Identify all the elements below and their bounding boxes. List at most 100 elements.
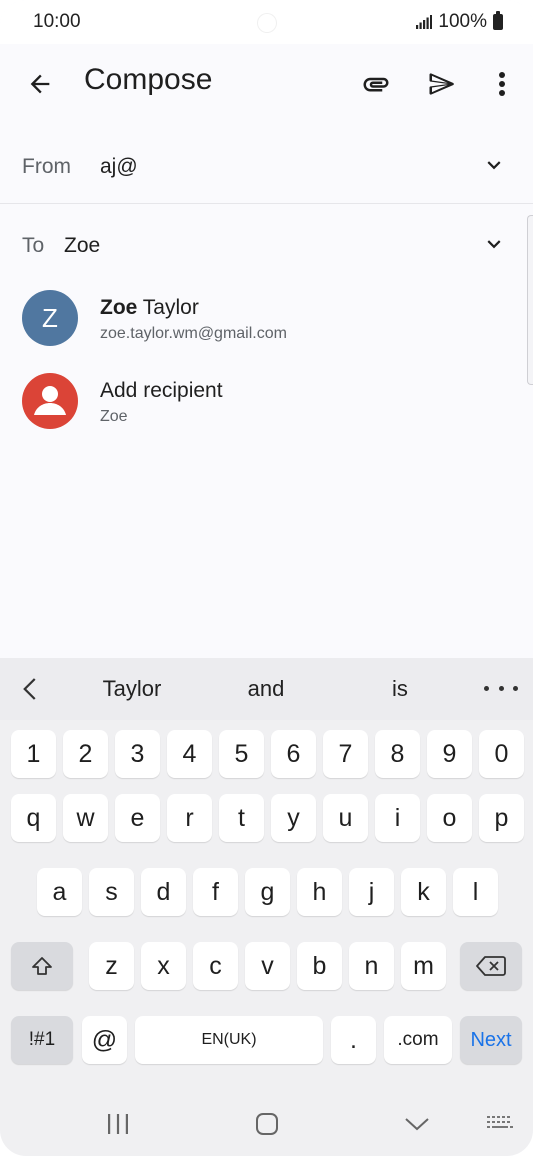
key-t[interactable]: t <box>219 794 264 842</box>
backspace-icon <box>476 956 506 976</box>
key-2[interactable]: 2 <box>63 730 108 778</box>
arrow-back-icon <box>30 74 50 94</box>
home-icon <box>256 1113 278 1135</box>
status-time: 10:00 <box>33 11 81 32</box>
status-indicators: 100% <box>416 11 503 33</box>
key-i[interactable]: i <box>375 794 420 842</box>
at-key[interactable]: @ <box>82 1016 127 1064</box>
space-key[interactable]: EN(UK) <box>135 1016 323 1064</box>
suggestion-zoe-taylor[interactable]: Z Zoe Taylor zoe.taylor.wm@gmail.com <box>0 278 520 358</box>
suggestion-add-recipient[interactable]: Add recipient Zoe <box>0 361 520 441</box>
chevron-down-icon[interactable] <box>481 231 507 257</box>
navigation-bar <box>0 1092 533 1156</box>
prediction-word[interactable]: is <box>340 676 460 702</box>
status-bar: 10:00 100% <box>0 0 533 44</box>
signal-icon <box>416 15 433 29</box>
app-bar: Compose <box>0 44 533 124</box>
send-icon <box>429 73 454 95</box>
send-button[interactable] <box>420 62 464 106</box>
from-label: From <box>22 155 71 178</box>
key-u[interactable]: u <box>323 794 368 842</box>
avatar-letter: Z <box>42 302 58 333</box>
chevron-down-icon <box>405 1118 429 1131</box>
key-z[interactable]: z <box>89 942 134 990</box>
suggestion-sub: Zoe <box>100 408 128 425</box>
key-l[interactable]: l <box>453 868 498 916</box>
page-title: Compose <box>84 63 213 96</box>
key-o[interactable]: o <box>427 794 472 842</box>
key-1[interactable]: 1 <box>11 730 56 778</box>
prediction-word[interactable]: Taylor <box>72 676 192 702</box>
more-horiz-icon[interactable] <box>484 674 518 702</box>
battery-icon <box>493 11 503 30</box>
attach-button[interactable] <box>354 62 398 106</box>
to-field[interactable]: To Zoe <box>0 204 533 284</box>
key-q[interactable]: q <box>11 794 56 842</box>
key-x[interactable]: x <box>141 942 186 990</box>
front-camera <box>258 14 276 32</box>
keyboard-icon <box>487 1116 513 1128</box>
backspace-key[interactable] <box>460 942 522 990</box>
more-options-button[interactable] <box>480 62 524 106</box>
key-w[interactable]: w <box>63 794 108 842</box>
suggestion-name-match: Zoe <box>100 296 138 319</box>
symbols-key[interactable]: !#1 <box>11 1016 73 1064</box>
key-r[interactable]: r <box>167 794 212 842</box>
key-g[interactable]: g <box>245 868 290 916</box>
back-nav-button[interactable] <box>396 1106 438 1142</box>
period-key[interactable]: . <box>331 1016 376 1064</box>
key-b[interactable]: b <box>297 942 342 990</box>
from-value: aj@ <box>100 155 138 178</box>
key-j[interactable]: j <box>349 868 394 916</box>
suggestion-name-rest: Taylor <box>137 296 199 319</box>
key-f[interactable]: f <box>193 868 238 916</box>
recent-apps-button[interactable] <box>98 1106 138 1142</box>
key-e[interactable]: e <box>115 794 160 842</box>
next-key[interactable]: Next <box>460 1016 522 1064</box>
paperclip-icon <box>363 77 389 92</box>
key-n[interactable]: n <box>349 942 394 990</box>
key-9[interactable]: 9 <box>427 730 472 778</box>
key-8[interactable]: 8 <box>375 730 420 778</box>
from-field[interactable]: From aj@ <box>0 126 533 204</box>
to-label: To <box>22 234 45 257</box>
key-c[interactable]: c <box>193 942 238 990</box>
key-s[interactable]: s <box>89 868 134 916</box>
to-input[interactable]: Zoe <box>64 234 100 258</box>
suggestion-name: Add recipient <box>100 379 223 402</box>
key-0[interactable]: 0 <box>479 730 524 778</box>
person-icon <box>22 373 78 429</box>
suggestion-name: Zoe Taylor <box>100 296 199 320</box>
chevron-left-icon[interactable] <box>16 673 46 705</box>
key-k[interactable]: k <box>401 868 446 916</box>
chevron-down-icon[interactable] <box>481 152 507 178</box>
screen: 10:00 100% Compose From aj@ To Zoe Z Zoe… <box>0 0 533 1156</box>
home-button[interactable] <box>246 1106 288 1142</box>
keyboard-hide-button[interactable] <box>480 1108 520 1138</box>
avatar: Z <box>22 290 78 346</box>
battery-percent: 100% <box>438 11 487 32</box>
key-5[interactable]: 5 <box>219 730 264 778</box>
more-vert-icon <box>499 72 505 96</box>
key-v[interactable]: v <box>245 942 290 990</box>
key-m[interactable]: m <box>401 942 446 990</box>
key-4[interactable]: 4 <box>167 730 212 778</box>
prediction-word[interactable]: and <box>206 676 326 702</box>
key-h[interactable]: h <box>297 868 342 916</box>
back-button[interactable] <box>18 62 62 106</box>
key-6[interactable]: 6 <box>271 730 316 778</box>
keyboard: Taylor and is 1234567890 qwertyuiop asdfgh… <box>0 658 533 1156</box>
suggestion-email: zoe.taylor.wm@gmail.com <box>100 325 287 342</box>
shift-icon <box>32 957 52 975</box>
prediction-bar: Taylor and is <box>0 658 533 720</box>
key-a[interactable]: a <box>37 868 82 916</box>
recents-icon <box>108 1114 128 1134</box>
key-7[interactable]: 7 <box>323 730 368 778</box>
scrollbar[interactable] <box>527 215 533 385</box>
key-d[interactable]: d <box>141 868 186 916</box>
shift-key[interactable] <box>11 942 73 990</box>
key-y[interactable]: y <box>271 794 316 842</box>
dotcom-key[interactable]: .com <box>384 1016 452 1064</box>
key-3[interactable]: 3 <box>115 730 160 778</box>
key-p[interactable]: p <box>479 794 524 842</box>
